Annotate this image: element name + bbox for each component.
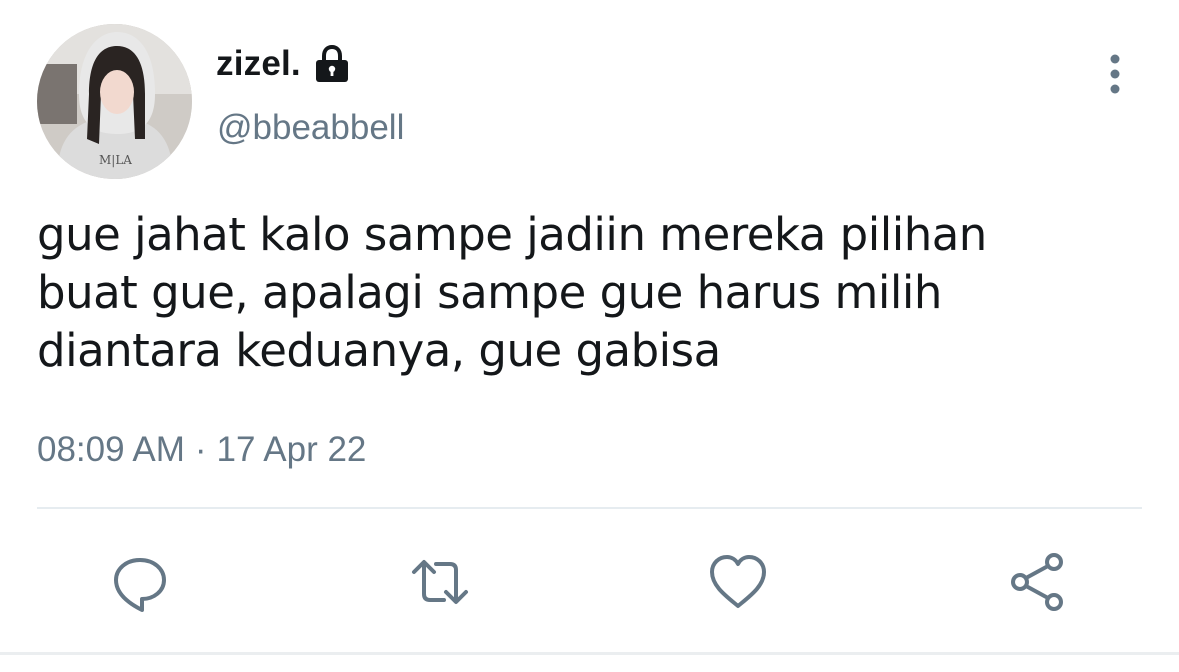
- avatar[interactable]: M|LA: [37, 24, 192, 179]
- tweet-time: 08:09 AM: [37, 430, 185, 469]
- share-button[interactable]: [1006, 550, 1070, 614]
- display-name-row: zizel.: [216, 40, 351, 88]
- retweet-arrows-icon: [412, 560, 468, 604]
- lock-icon: [313, 44, 351, 84]
- svg-text:M|LA: M|LA: [99, 153, 132, 167]
- tweet-text: gue jahat kalo sampe jadiin mereka pilih…: [37, 208, 987, 377]
- like-button[interactable]: [706, 550, 770, 614]
- bottom-divider: [0, 652, 1179, 655]
- display-name[interactable]: zizel.: [216, 44, 301, 84]
- more-options-button[interactable]: [1098, 50, 1132, 100]
- tweet-card: M|LA zizel. @bbeabbell gue jahat kalo sa…: [0, 0, 1179, 672]
- action-bar: [0, 540, 1179, 620]
- heart-icon: [710, 555, 766, 608]
- retweet-button[interactable]: [408, 550, 472, 614]
- vertical-dots-icon: [1110, 54, 1120, 94]
- speech-bubble-icon: [114, 558, 166, 612]
- timestamp-separator: ·: [194, 430, 207, 469]
- profile-photo-icon: M|LA: [37, 24, 192, 179]
- tweet-timestamp: 08:09 AM · 17 Apr 22: [37, 430, 366, 470]
- tweet-date: 17 Apr 22: [216, 430, 367, 469]
- user-handle[interactable]: @bbeabbell: [217, 108, 404, 148]
- share-nodes-icon: [1011, 553, 1063, 611]
- reply-button[interactable]: [108, 550, 172, 614]
- divider: [37, 507, 1142, 509]
